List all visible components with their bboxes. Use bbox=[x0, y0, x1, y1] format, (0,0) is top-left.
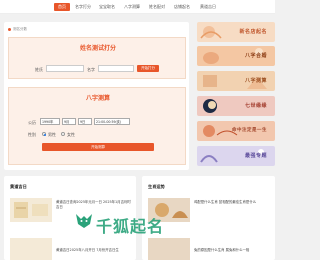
zodiac-item[interactable]: 鸡配是什么生肖 鼠相配的最佳生肖是什么 bbox=[194, 200, 272, 205]
zodiac-item[interactable]: 兔的原因是什么生肖 属兔和什么一相 bbox=[194, 248, 272, 253]
surname-label: 姓氏 bbox=[35, 67, 43, 72]
surname-input[interactable] bbox=[46, 65, 84, 72]
location-pin-icon bbox=[8, 27, 11, 31]
lucky-days-thumbnail[interactable] bbox=[10, 198, 52, 222]
name-test-title: 姓名测试打分 bbox=[80, 45, 117, 52]
fox-logo-icon bbox=[76, 214, 92, 228]
banner-special-topic[interactable]: 最强专题 bbox=[197, 146, 275, 166]
nav-item-lucky-days[interactable]: 黄道吉日 bbox=[198, 3, 218, 11]
start-score-button[interactable]: 开始打分 bbox=[137, 65, 159, 72]
nav-item-name-match[interactable]: 姓名配对 bbox=[147, 3, 167, 11]
bazi-title: 八字测算 bbox=[86, 95, 111, 102]
zodiac-fortune-title: 生肖运势 bbox=[148, 184, 165, 189]
month-select[interactable]: 9月 bbox=[62, 118, 76, 125]
banner-destiny[interactable]: 命中注定是一生 bbox=[197, 121, 275, 141]
male-label: 男性 bbox=[48, 132, 56, 137]
female-label: 女性 bbox=[67, 132, 75, 137]
female-radio[interactable] bbox=[61, 132, 65, 136]
year-select[interactable]: 1990年 bbox=[40, 118, 60, 125]
lucky-days-item[interactable]: 黄道吉日2025年八月开日 7月份开吉日生 bbox=[56, 248, 132, 253]
banner-seven-lives[interactable]: 七世缘缘 bbox=[197, 96, 275, 116]
calendar-label: 公历 bbox=[28, 120, 36, 125]
breadcrumb: 测名分数 bbox=[8, 27, 27, 32]
banner-shop-naming[interactable]: 新名店起名 bbox=[197, 22, 275, 42]
lucky-days-item[interactable]: 黄道吉日查询2025年元月一日 2025年1月吉利时吉日 bbox=[56, 200, 132, 210]
gender-label: 性别 bbox=[28, 132, 36, 137]
nav-item-bazi[interactable]: 八字测算 bbox=[122, 3, 142, 11]
calendar-art-icon bbox=[14, 202, 48, 218]
lucky-days-title: 黄道吉日 bbox=[10, 184, 27, 189]
lucky-days-thumbnail[interactable] bbox=[10, 238, 52, 260]
male-radio[interactable] bbox=[42, 132, 46, 136]
banner-bazi-marriage[interactable]: 八字合婚 bbox=[197, 46, 275, 66]
zodiac-thumbnail[interactable] bbox=[148, 238, 190, 260]
watermark-logo: 千狐起名 bbox=[96, 217, 165, 236]
nav-item-name-score[interactable]: 名字打分 bbox=[73, 3, 93, 11]
day-select[interactable]: 9日 bbox=[78, 118, 92, 125]
given-name-input[interactable] bbox=[98, 65, 134, 72]
banner-bazi-test[interactable]: 八字测算 bbox=[197, 71, 275, 91]
nav-item-baby-naming[interactable]: 宝宝取名 bbox=[97, 3, 117, 11]
top-nav: 首页 名字打分 宝宝取名 八字测算 姓名配对 店铺起名 黄道吉日 bbox=[0, 0, 275, 14]
start-bazi-button[interactable]: 开始测算 bbox=[42, 143, 154, 151]
nav-item-shop-naming[interactable]: 店铺起名 bbox=[172, 3, 192, 11]
hour-select[interactable]: 21:00-00:59(亥) bbox=[94, 118, 130, 125]
nav-item-home[interactable]: 首页 bbox=[54, 3, 70, 11]
given-name-label: 名字 bbox=[87, 67, 95, 72]
